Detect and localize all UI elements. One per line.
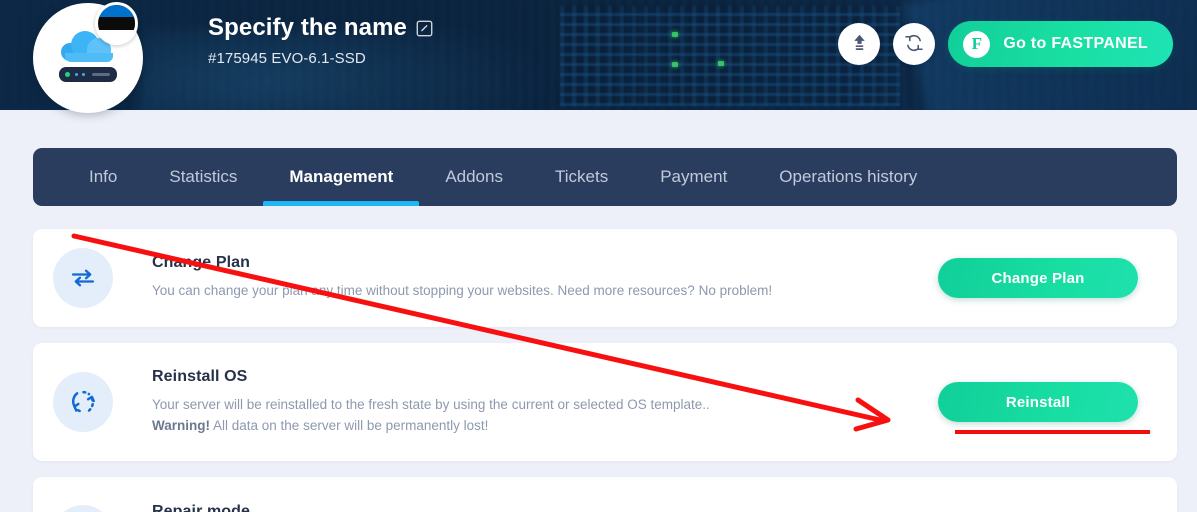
tab-payment[interactable]: Payment — [634, 148, 753, 206]
dashed-refresh-icon — [53, 372, 113, 432]
go-to-fastpanel-button[interactable]: F Go to FASTPANEL — [948, 21, 1173, 67]
repair-mode-title: Repair mode — [152, 503, 251, 512]
reboot-refresh-icon-button[interactable] — [893, 23, 936, 65]
page-title-text: Specify the name — [208, 14, 408, 41]
rack-led — [718, 61, 724, 66]
reinstall-os-description: Your server will be reinstalled to the f… — [152, 395, 952, 436]
go-to-fastpanel-label: Go to FASTPANEL — [1003, 35, 1148, 52]
reinstall-os-warning-label: Warning! — [152, 417, 210, 433]
repair-icon — [53, 505, 113, 512]
reinstall-os-card: Reinstall OS Your server will be reinsta… — [33, 343, 1177, 461]
tab-tickets[interactable]: Tickets — [529, 148, 634, 206]
repair-mode-card: Repair mode — [33, 477, 1177, 512]
tab-bar: Info Statistics Management Addons Ticket… — [33, 148, 1177, 206]
rack-led — [672, 62, 678, 67]
exchange-arrows-icon — [53, 248, 113, 308]
tab-statistics[interactable]: Statistics — [143, 148, 263, 206]
fastpanel-logo-icon: F — [963, 30, 991, 58]
change-plan-body: Change Plan You can change your plan any… — [152, 254, 952, 302]
rack-led — [672, 32, 678, 37]
change-plan-button[interactable]: Change Plan — [938, 258, 1138, 298]
power-up-arrow-icon — [849, 32, 870, 56]
reinstall-os-warning-text: All data on the server will be permanent… — [210, 417, 489, 433]
reboot-refresh-icon — [903, 32, 925, 57]
change-plan-title: Change Plan — [152, 254, 251, 272]
page-title: Specify the name — [208, 14, 433, 42]
power-up-arrow-icon-button[interactable] — [838, 23, 881, 65]
server-bar-icon — [59, 67, 117, 82]
repair-mode-body: Repair mode — [152, 503, 952, 512]
hero-glow — [140, 30, 560, 110]
server-management-page: Specify the name #175945 EVO-6.1-SSD F G… — [0, 0, 1197, 512]
tab-addons[interactable]: Addons — [419, 148, 529, 206]
reinstall-os-description-text: Your server will be reinstalled to the f… — [152, 396, 710, 412]
change-plan-card: Change Plan You can change your plan any… — [33, 229, 1177, 327]
estonia-flag-icon — [95, 2, 138, 45]
hero-actions: F Go to FASTPANEL — [838, 21, 1173, 67]
edit-pencil-icon[interactable] — [416, 20, 433, 37]
tab-management[interactable]: Management — [263, 148, 420, 206]
reinstall-os-body: Reinstall OS Your server will be reinsta… — [152, 368, 952, 436]
change-plan-description: You can change your plan any time withou… — [152, 281, 952, 302]
tab-operations-history[interactable]: Operations history — [753, 148, 943, 206]
reinstall-os-title: Reinstall OS — [152, 367, 248, 385]
tab-info[interactable]: Info — [63, 148, 143, 206]
reinstall-button[interactable]: Reinstall — [938, 382, 1138, 422]
avatar — [33, 2, 143, 113]
server-id-subtitle: #175945 EVO-6.1-SSD — [208, 50, 366, 67]
change-plan-description-text: You can change your plan any time withou… — [152, 283, 773, 299]
